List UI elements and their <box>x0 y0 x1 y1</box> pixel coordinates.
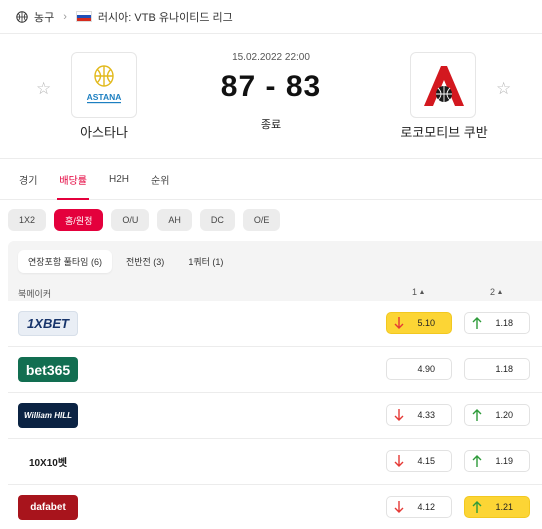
table-row: 1XBET 5.10 1.18 <box>8 301 542 347</box>
away-team-logo[interactable] <box>410 52 476 118</box>
lokomotiv-logo-icon <box>424 66 464 106</box>
odd-value: 1.18 <box>495 318 513 328</box>
odd-value: 1.20 <box>495 410 513 420</box>
away-team-name[interactable]: 로코모티브 쿠반 <box>384 122 504 141</box>
odd-value: 4.90 <box>417 364 435 374</box>
odd-value: 4.33 <box>417 410 435 420</box>
arrow-up-icon <box>472 316 482 330</box>
odd-away[interactable]: 1.19 <box>464 450 530 472</box>
market-odd-even[interactable]: O/E <box>242 209 281 231</box>
sort-icon <box>498 290 503 294</box>
odd-away[interactable]: 1.20 <box>464 404 530 426</box>
arrow-up-icon <box>472 454 482 468</box>
arrow-up-icon <box>472 500 482 514</box>
odd-home[interactable]: 5.10 <box>386 312 452 334</box>
period-first-half[interactable]: 전반전 (3) <box>116 250 174 273</box>
bookmaker-name: bet365 <box>25 361 71 378</box>
odd-value: 1.18 <box>495 364 513 374</box>
arrow-down-icon <box>394 454 404 468</box>
match-tabs: 경기 배당률 H2H 순위 <box>0 158 542 200</box>
tab-match[interactable]: 경기 <box>8 159 48 199</box>
chevron-right-icon: › <box>63 10 67 23</box>
breadcrumb-league[interactable]: 러시아: VTB 유나이티드 리그 <box>98 9 233 25</box>
match-header: ☆ ASTANA 아스타나 15.02.2022 22:00 87 - 83 종… <box>0 34 542 158</box>
tab-odds[interactable]: 배당률 <box>48 159 98 200</box>
sort-icon <box>420 290 425 294</box>
market-double-chance[interactable]: DC <box>199 209 235 231</box>
arrow-down-icon <box>394 408 404 422</box>
bookmaker-logo-1xbet[interactable]: 1XBET <box>18 311 78 336</box>
tab-standings[interactable]: 순위 <box>140 159 180 199</box>
basketball-icon <box>16 10 28 23</box>
odd-value: 5.10 <box>417 318 435 328</box>
favorite-away-star-icon[interactable]: ☆ <box>496 80 511 97</box>
bookmaker-logo-bet365[interactable]: bet365 <box>18 357 78 382</box>
odds-panel: 연장포함 풀타임 (6) 전반전 (3) 1쿼터 (1) 북메이커 1 2 1X… <box>8 241 542 529</box>
bookmaker-name: dafabet <box>30 502 66 513</box>
tab-h2h[interactable]: H2H <box>98 159 140 199</box>
bookmaker-name: 1XBET <box>27 316 69 331</box>
odds-table-header: 북메이커 1 2 <box>8 283 542 301</box>
bookmaker-name: William HILL <box>24 411 72 420</box>
odds-rows: 1XBET 5.10 1.18 bet365 4.90 1.18 William… <box>8 301 542 529</box>
odd-away[interactable]: 1.21 <box>464 496 530 518</box>
breadcrumb: 농구 › 러시아: VTB 유나이티드 리그 <box>0 0 542 34</box>
odd-value: 1.19 <box>495 456 513 466</box>
period-first-quarter[interactable]: 1쿼터 (1) <box>178 250 233 273</box>
market-over-under[interactable]: O/U <box>111 209 150 231</box>
col-1-header[interactable]: 1 <box>412 287 425 297</box>
arrow-down-icon <box>394 500 404 514</box>
arrow-down-icon <box>394 316 404 330</box>
col-2-label: 2 <box>490 287 496 297</box>
breadcrumb-sport[interactable]: 농구 <box>34 9 54 25</box>
odd-away[interactable]: 1.18 <box>464 312 530 334</box>
odd-value: 4.12 <box>417 502 435 512</box>
market-asian-handicap[interactable]: AH <box>157 209 192 231</box>
bookmaker-name: 10X10벳 <box>28 458 68 469</box>
market-selector: 1X2 홈/원정 O/U AH DC O/E <box>8 209 281 231</box>
col-2-header[interactable]: 2 <box>490 287 503 297</box>
arrow-up-icon <box>472 408 482 422</box>
period-full-time[interactable]: 연장포함 풀타임 (6) <box>18 250 112 273</box>
bookmaker-header: 북메이커 <box>18 289 52 299</box>
arrow-icon <box>394 362 404 376</box>
odd-value: 4.15 <box>417 456 435 466</box>
table-row: William HILL 4.33 1.20 <box>8 393 542 439</box>
market-home-away[interactable]: 홈/원정 <box>54 209 104 231</box>
table-row: bet365 4.90 1.18 <box>8 347 542 393</box>
bookmaker-logo-william-hill[interactable]: William HILL <box>18 403 78 428</box>
bookmaker-logo-dafabet[interactable]: dafabet <box>18 495 78 520</box>
odd-value: 1.21 <box>495 502 513 512</box>
russia-flag-icon <box>75 11 92 22</box>
arrow-icon <box>472 362 482 376</box>
odd-home[interactable]: 4.33 <box>386 404 452 426</box>
table-row: 10X10벳 4.15 1.19 <box>8 439 542 485</box>
odd-away[interactable]: 1.18 <box>464 358 530 380</box>
bookmaker-logo-10x10bet[interactable]: 10X10벳 <box>18 449 78 474</box>
col-1-label: 1 <box>412 287 418 297</box>
table-row: dafabet 4.12 1.21 <box>8 485 542 529</box>
period-selector: 연장포함 풀타임 (6) 전반전 (3) 1쿼터 (1) <box>18 250 233 273</box>
odd-home[interactable]: 4.12 <box>386 496 452 518</box>
odd-home[interactable]: 4.90 <box>386 358 452 380</box>
market-1x2[interactable]: 1X2 <box>8 209 47 231</box>
odd-home[interactable]: 4.15 <box>386 450 452 472</box>
